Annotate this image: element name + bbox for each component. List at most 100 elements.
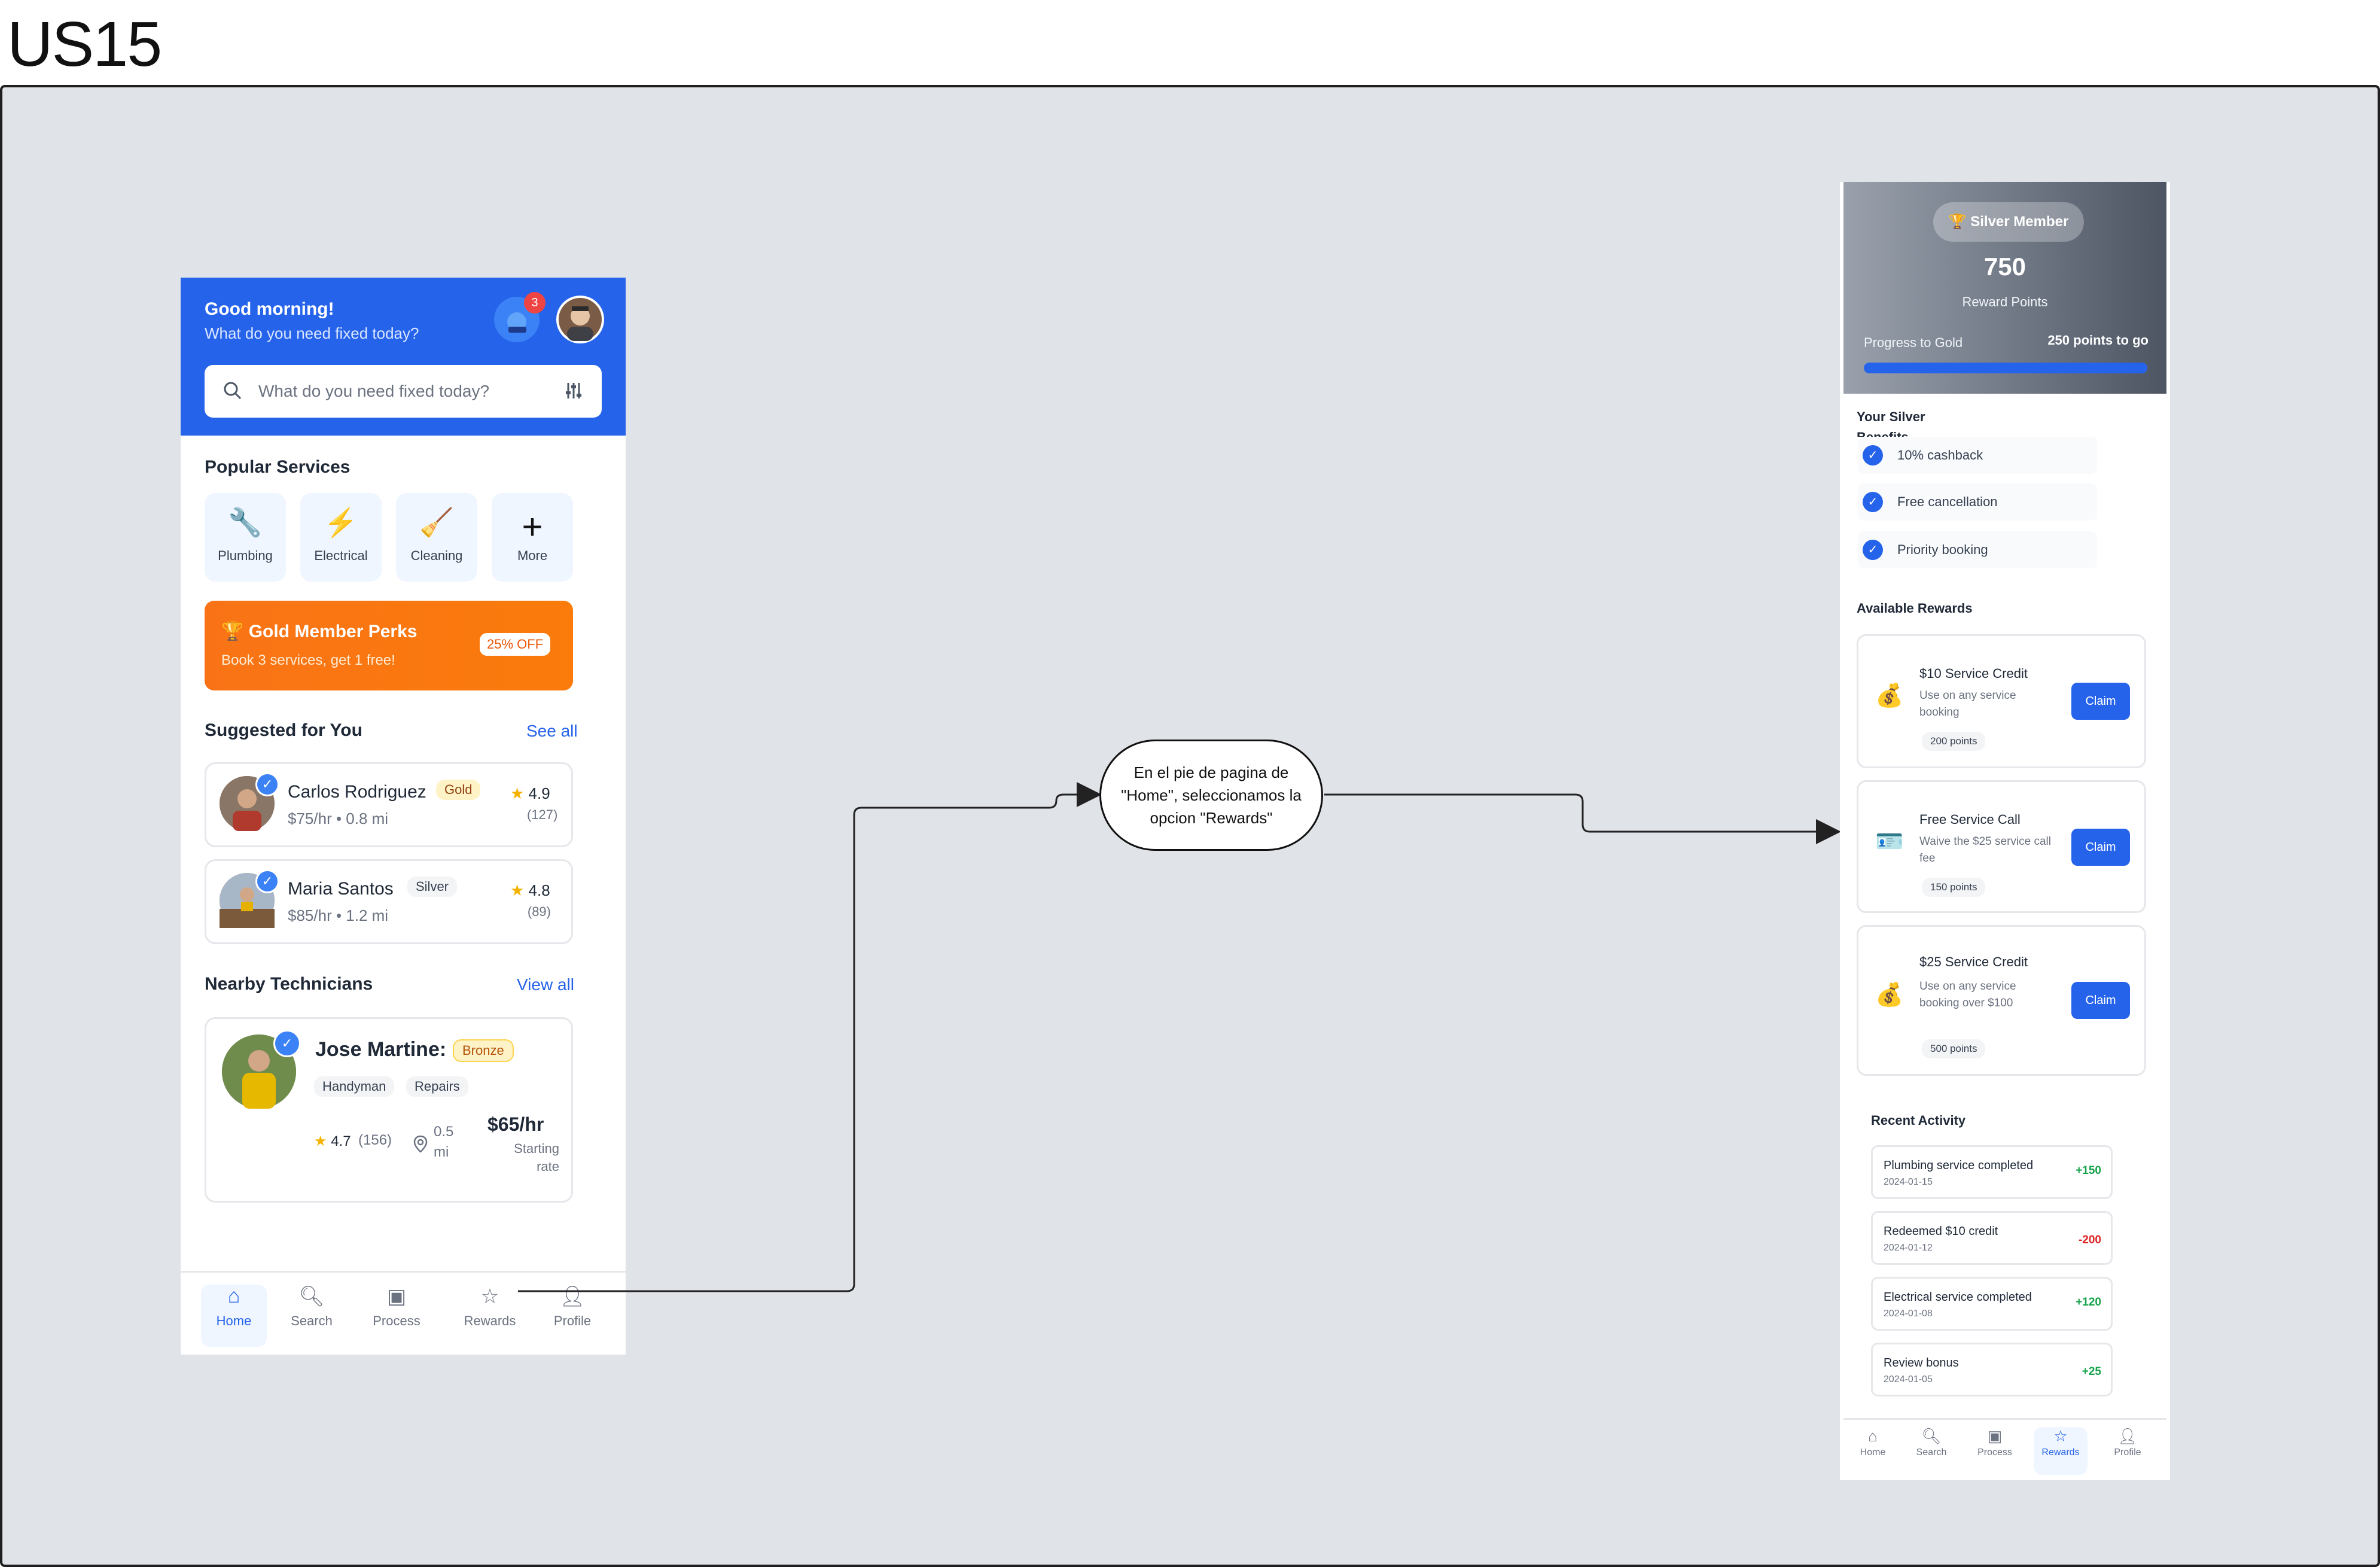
reward-points: 500 points <box>1922 1039 1986 1058</box>
activity-value: -200 <box>2078 1234 2101 1246</box>
user-icon: 👤︎ <box>559 1285 586 1308</box>
home-header: Good morning! What do you need fixed tod… <box>181 278 626 436</box>
lightning-icon: ⚡ <box>324 507 358 538</box>
avatar[interactable] <box>556 296 604 343</box>
tier-badge: Bronze <box>453 1039 514 1062</box>
service-plumbing[interactable]: 🔧 Plumbing <box>205 493 286 582</box>
review-count: (156) <box>358 1132 392 1148</box>
rewards-screen: 🏆 Silver Member 750 Reward Points Progre… <box>1840 182 2170 1480</box>
bottom-nav: ⌂ Home 🔍︎ Search ▣ Process ☆ Rewards 👤︎ … <box>181 1271 626 1355</box>
activity-value: +120 <box>2076 1296 2101 1309</box>
search-bar[interactable]: What do you need fixed today? <box>205 365 602 418</box>
nav-search[interactable]: 🔍︎ Search <box>279 1285 345 1329</box>
technician-meta: $75/hr • 0.8 mi <box>288 810 389 827</box>
rating: ★ 4.8 <box>510 881 550 899</box>
service-label: Plumbing <box>218 548 273 563</box>
technician-meta: $85/hr • 1.2 mi <box>288 906 389 924</box>
reward-title: Free Service Call <box>1919 812 2021 827</box>
search-icon <box>223 381 243 404</box>
page-title: US15 <box>7 9 162 80</box>
reward-points: 150 points <box>1922 878 1986 897</box>
reward-card: 💰 $10 Service Credit Use on any service … <box>1857 634 2146 768</box>
service-electrical[interactable]: ⚡ Electrical <box>300 493 382 582</box>
trophy-icon: 🏆 <box>1948 214 1967 230</box>
greeting: Good morning! <box>205 299 334 319</box>
nav-process[interactable]: ▣ Process <box>364 1285 429 1329</box>
points-label: Reward Points <box>1962 294 2048 309</box>
nav-home[interactable]: ⌂ Home <box>1846 1427 1900 1458</box>
service-label: Cleaning <box>410 548 463 563</box>
tier-badge: Silver <box>407 877 458 897</box>
rating: ★ 4.7 <box>314 1133 351 1149</box>
verified-icon: ✓ <box>273 1030 301 1057</box>
nav-search[interactable]: 🔍︎ Search <box>1904 1427 1958 1458</box>
service-cleaning[interactable]: 🧹 Cleaning <box>396 493 477 582</box>
user-icon: 👤︎ <box>2117 1427 2138 1445</box>
check-icon: ✓ <box>1863 540 1883 560</box>
home-screen: Good morning! What do you need fixed tod… <box>181 278 626 1355</box>
check-icon: ✓ <box>1863 492 1883 512</box>
recent-activity-title: Recent Activity <box>1871 1113 1966 1128</box>
skill-tag: Handyman <box>314 1076 395 1097</box>
nav-profile[interactable]: 👤︎ Profile <box>540 1285 605 1329</box>
money-bag-icon: 💰 <box>1875 683 1904 708</box>
benefit-item: ✓ 10% cashback <box>1858 437 2097 474</box>
star-icon: ★ <box>510 881 525 899</box>
benefit-item: ✓ Free cancellation <box>1858 483 2097 521</box>
distance: 0.5 mi <box>434 1124 454 1160</box>
reward-desc: Use on any service booking over $100 <box>1919 980 2016 1009</box>
filter-icon[interactable] <box>563 381 584 404</box>
verified-icon: ✓ <box>255 772 279 796</box>
skill-tag: Repairs <box>406 1076 468 1097</box>
reward-desc: Waive the $25 service call fee <box>1919 835 2052 865</box>
review-count: (127) <box>527 807 558 822</box>
rating: ★ 4.9 <box>510 784 550 802</box>
nav-profile[interactable]: 👤︎ Profile <box>2101 1427 2155 1458</box>
nav-process[interactable]: ▣ Process <box>1968 1427 2022 1458</box>
service-label: More <box>517 548 548 563</box>
star-icon: ★ <box>510 784 525 802</box>
claim-button[interactable]: Claim <box>2071 683 2130 720</box>
member-badge: 🏆 Silver Member <box>1933 202 2084 242</box>
star-icon: ☆ <box>2053 1427 2068 1445</box>
nav-rewards[interactable]: ☆ Rewards <box>2034 1427 2088 1475</box>
benefit-item: ✓ Priority booking <box>1858 531 2097 568</box>
progress-fill <box>1864 363 2147 373</box>
rewards-header: 🏆 Silver Member 750 Reward Points Progre… <box>1843 182 2166 394</box>
verified-icon: ✓ <box>255 869 279 893</box>
technician-name: Carlos Rodriguez <box>288 782 426 802</box>
broom-icon: 🧹 <box>419 507 454 538</box>
flow-callout: En el pie de pagina de "Home", seleccion… <box>1099 740 1323 851</box>
reward-title: $10 Service Credit <box>1919 666 2028 681</box>
plus-icon: + <box>522 507 543 547</box>
nav-home[interactable]: ⌂ Home <box>201 1285 267 1347</box>
promo-subtitle: Book 3 services, get 1 free! <box>221 652 395 668</box>
promo-banner[interactable]: 🏆 Gold Member Perks Book 3 services, get… <box>205 601 573 690</box>
check-icon: ✓ <box>1863 445 1883 465</box>
service-more[interactable]: + More <box>492 493 573 582</box>
tier-badge: Gold <box>436 780 481 800</box>
list-item[interactable]: ✓ Carlos Rodriguez Gold $75/hr • 0.8 mi … <box>205 762 573 847</box>
price: $65/hr <box>487 1113 544 1135</box>
briefcase-icon: ▣ <box>386 1285 407 1308</box>
activity-item: Electrical service completed 2024-01-08 … <box>1871 1277 2113 1331</box>
nearby-technician-card[interactable]: ✓ Jose Martine: Bronze Handyman Repairs … <box>205 1017 573 1203</box>
nav-rewards[interactable]: ☆ Rewards <box>457 1285 523 1329</box>
claim-button[interactable]: Claim <box>2071 982 2130 1019</box>
bottom-nav: ⌂ Home 🔍︎ Search ▣ Process ☆ Rewards 👤︎ … <box>1843 1418 2166 1480</box>
home-icon: ⌂ <box>227 1285 240 1307</box>
see-all-link[interactable]: See all <box>526 722 578 741</box>
activity-item: Review bonus 2024-01-05 +25 <box>1871 1343 2113 1396</box>
list-item[interactable]: ✓ Maria Santos Silver $85/hr • 1.2 mi ★ … <box>205 859 573 944</box>
progress-bar <box>1864 363 2147 373</box>
activity-item: Redeemed $10 credit 2024-01-12 -200 <box>1871 1211 2113 1265</box>
review-count: (89) <box>527 904 551 919</box>
technician-name: Maria Santos <box>288 879 394 899</box>
id-card-icon: 🪪 <box>1875 829 1904 854</box>
reward-desc: Use on any service booking <box>1919 689 2016 719</box>
view-all-link[interactable]: View all <box>517 975 574 994</box>
reward-title: $25 Service Credit <box>1919 954 2028 969</box>
search-input[interactable]: What do you need fixed today? <box>258 382 489 401</box>
reward-card: 🪪 Free Service Call Waive the $25 servic… <box>1857 780 2146 913</box>
claim-button[interactable]: Claim <box>2071 829 2130 866</box>
